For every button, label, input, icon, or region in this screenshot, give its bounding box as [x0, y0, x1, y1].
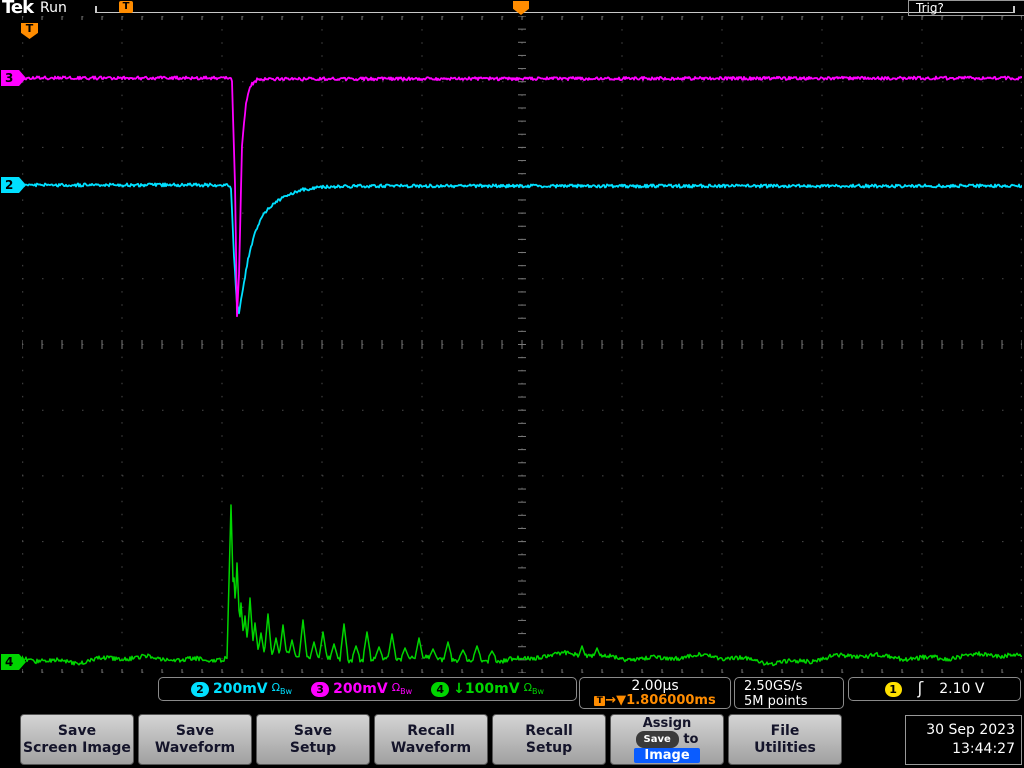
ch4-readout[interactable]: 4 ↓100mV ΩBw: [431, 681, 544, 697]
ch2-badge[interactable]: 2: [191, 682, 209, 697]
record-length: 5M points: [744, 694, 843, 709]
ch2-coupling: ΩBw: [272, 681, 292, 696]
oscilloscope-screen: Tek Run T Trig? T 3 2 4 2 200mV ΩBw 3 20…: [0, 0, 1024, 768]
trigger-source-badge[interactable]: 1: [885, 682, 902, 697]
ch2-scale: 200mV: [213, 681, 268, 697]
timebase-scale: 2.00µs: [580, 678, 730, 694]
record-view-bar: [95, 12, 1015, 13]
save-screen-image-button[interactable]: Save Screen Image: [20, 714, 134, 765]
ch3-scale: 200mV: [333, 681, 388, 697]
acquisition-status: Run: [40, 0, 67, 16]
acquisition-readout[interactable]: 2.50GS/s 5M points: [734, 677, 844, 709]
sample-rate: 2.50GS/s: [744, 679, 843, 694]
trigger-position-readout: T →▼1.806000ms: [580, 694, 730, 708]
assign-target-image-highlight: Image: [634, 748, 699, 763]
trigger-readout[interactable]: 1 ʃ 2.10 V: [848, 677, 1021, 701]
time-label: 13:44:27: [906, 740, 1015, 759]
trigger-status-label: Trig?: [908, 0, 1024, 16]
ch2-readout[interactable]: 2 200mV ΩBw: [191, 681, 292, 697]
ch4-scale: ↓100mV: [453, 681, 519, 697]
assign-save-to-image-button[interactable]: Assign Save to Image: [610, 714, 724, 765]
timebase-readout[interactable]: 2.00µs T →▼1.806000ms: [579, 677, 731, 709]
ch4-coupling: ΩBw: [524, 681, 544, 696]
save-setup-button[interactable]: Save Setup: [256, 714, 370, 765]
recall-setup-button[interactable]: Recall Setup: [492, 714, 606, 765]
waveform-ch3: [22, 76, 1022, 316]
channel-readouts[interactable]: 2 200mV ΩBw 3 200mV ΩBw 4 ↓100mV ΩBw: [158, 677, 577, 701]
trigger-level-value: 2.10 V: [939, 681, 984, 697]
save-pill-badge: Save: [636, 731, 679, 748]
ch3-readout[interactable]: 3 200mV ΩBw: [311, 681, 412, 697]
file-utilities-button[interactable]: File Utilities: [728, 714, 842, 765]
waveform-ch4: [22, 505, 1022, 666]
waveform-display: [22, 16, 1022, 673]
trigger-t-icon: T: [594, 696, 605, 706]
record-trigger-marker[interactable]: T: [119, 1, 133, 13]
ch3-badge[interactable]: 3: [311, 682, 329, 697]
save-waveform-button[interactable]: Save Waveform: [138, 714, 252, 765]
waveform-ch2: [22, 183, 1022, 313]
trigger-slope-icon: ʃ: [918, 682, 924, 697]
ch4-badge[interactable]: 4: [431, 682, 449, 697]
date-label: 30 Sep 2023: [906, 721, 1015, 740]
ch3-coupling: ΩBw: [392, 681, 412, 696]
recall-waveform-button[interactable]: Recall Waveform: [374, 714, 488, 765]
datetime-display: 30 Sep 2023 13:44:27: [905, 715, 1022, 765]
